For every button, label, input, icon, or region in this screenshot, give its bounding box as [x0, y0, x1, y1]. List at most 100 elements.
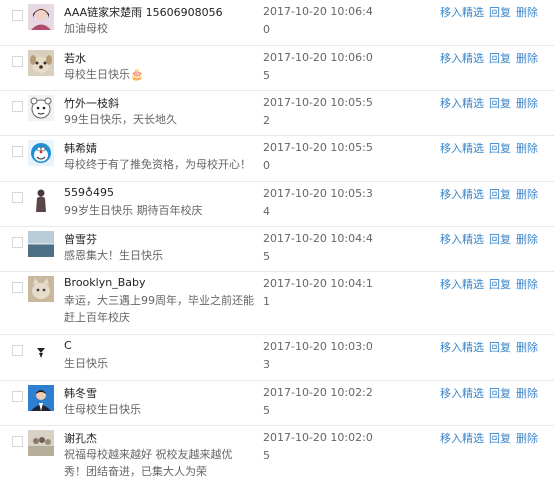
reply-button[interactable]: 回复: [489, 432, 511, 445]
commenter-name: 曾雪芬: [64, 233, 97, 246]
feature-button[interactable]: 移入精选: [440, 233, 484, 246]
avatar-sea-icon: [28, 231, 54, 257]
select-checkbox[interactable]: [12, 101, 23, 112]
commenter-name: 韩冬雪: [64, 387, 97, 400]
delete-button[interactable]: 删除: [516, 188, 538, 201]
feature-button[interactable]: 移入精选: [440, 97, 484, 110]
comment-message: 母校生日快乐🎂: [64, 68, 144, 81]
comment-actions: 移入精选 回复 删除: [440, 339, 543, 355]
avatar-cartoon-bear-icon: [28, 95, 54, 121]
comment-actions: 移入精选 回复 删除: [440, 95, 543, 111]
feature-button[interactable]: 移入精选: [440, 387, 484, 400]
select-checkbox[interactable]: [12, 282, 23, 293]
feature-button[interactable]: 移入精选: [440, 188, 484, 201]
select-checkbox[interactable]: [12, 146, 23, 157]
comment-row: 韩希婧母校终于有了推免资格，为母校开心！ 2017-10-20 10:05:50 移…: [0, 135, 554, 181]
comment-message: 生日快乐: [64, 357, 108, 370]
avatar-logo-mark-icon: [28, 339, 54, 365]
avatar-group-photo-icon: [28, 430, 54, 456]
select-checkbox[interactable]: [12, 56, 23, 67]
select-checkbox[interactable]: [12, 10, 23, 21]
reply-button[interactable]: 回复: [489, 188, 511, 201]
comment-row: 谢孔杰祝福母校越来越好 祝校友越来越优秀！团结奋进，已集大人为荣 2017-10-…: [0, 425, 554, 488]
commenter-name: 若水: [64, 52, 86, 65]
comment-message: 感恩集大！生日快乐: [64, 249, 163, 262]
select-checkbox[interactable]: [12, 391, 23, 402]
comment-timestamp: 2017-10-20 10:03:03: [263, 340, 373, 371]
comment-timestamp: 2017-10-20 10:06:40: [263, 5, 373, 36]
comment-message: 祝福母校越来越好 祝校友越来越优秀！团结奋进，已集大人为荣: [64, 448, 233, 478]
delete-button[interactable]: 删除: [516, 6, 538, 19]
reply-button[interactable]: 回复: [489, 52, 511, 65]
comment-row: 韩冬雪住母校生日快乐 2017-10-20 10:02:25 移入精选 回复 删除: [0, 380, 554, 425]
delete-button[interactable]: 删除: [516, 432, 538, 445]
commenter-name: 559♁495: [64, 186, 115, 199]
comment-row: 曾雪芬感恩集大！生日快乐 2017-10-20 10:04:45 移入精选 回复 删除: [0, 226, 554, 271]
avatar-cat-icon: [28, 276, 54, 302]
reply-button[interactable]: 回复: [489, 233, 511, 246]
comment-message: 住母校生日快乐: [64, 403, 141, 416]
feature-button[interactable]: 移入精选: [440, 341, 484, 354]
select-checkbox[interactable]: [12, 436, 23, 447]
comment-actions: 移入精选 回复 删除: [440, 4, 543, 20]
commenter-name: 韩希婧: [64, 142, 97, 155]
comment-timestamp: 2017-10-20 10:06:05: [263, 51, 373, 82]
commenter-name: AAA链家宋楚雨 15606908056: [64, 6, 223, 19]
commenter-name: 谢孔杰: [64, 432, 97, 445]
commenter-name: Brooklyn_Baby: [64, 276, 146, 289]
delete-button[interactable]: 删除: [516, 278, 538, 291]
reply-button[interactable]: 回复: [489, 142, 511, 155]
comment-message: 幸运，大三遇上99周年，毕业之前还能赶上百年校庆: [64, 294, 254, 324]
comment-row: 竹外一枝斜 99生日快乐，天长地久 2017-10-20 10:05:52 移入精选回…: [0, 90, 554, 135]
select-checkbox[interactable]: [12, 237, 23, 248]
comment-timestamp: 2017-10-20 10:04:11: [263, 277, 373, 308]
commenter-name: C: [64, 339, 72, 352]
avatar-silhouette-icon: [28, 186, 54, 212]
comment-actions: 移入精选 回复 删除: [440, 231, 543, 247]
avatar-girl-portrait-icon: [28, 4, 54, 30]
comment-message: 99岁生日快乐 期待百年校庆: [64, 204, 203, 217]
select-checkbox[interactable]: [12, 345, 23, 356]
comment-actions: 移入精选 回复 删除: [440, 430, 543, 446]
feature-button[interactable]: 移入精选: [440, 142, 484, 155]
comment-actions: 移入精选 回复 删除: [440, 50, 543, 66]
avatar-man-suit-icon: [28, 385, 54, 411]
delete-button[interactable]: 删除: [516, 341, 538, 354]
comment-actions: 移入精选 回复 删除: [440, 140, 543, 156]
comment-timestamp: 2017-10-20 10:05:34: [263, 187, 373, 218]
feature-button[interactable]: 移入精选: [440, 6, 484, 19]
comment-timestamp: 2017-10-20 10:04:45: [263, 232, 373, 263]
feature-button[interactable]: 移入精选: [440, 52, 484, 65]
comment-row: 若水母校生日快乐🎂 2017-10-20 10:06:05 移入精选 回复 删除: [0, 45, 554, 90]
feature-button[interactable]: 移入精选: [440, 278, 484, 291]
reply-button[interactable]: 回复: [489, 97, 511, 110]
delete-button[interactable]: 删除: [516, 97, 538, 110]
comment-message: 母校终于有了推免资格，为母校开心！: [64, 158, 251, 171]
delete-button[interactable]: 删除: [516, 52, 538, 65]
comment-timestamp: 2017-10-20 10:05:52: [263, 96, 373, 127]
comment-actions: 移入精选 回复 删除: [440, 276, 543, 292]
feature-button[interactable]: 移入精选: [440, 432, 484, 445]
comment-timestamp: 2017-10-20 10:02:05: [263, 431, 373, 462]
comment-message: 99生日快乐，天长地久: [64, 113, 177, 126]
comment-row: 559♁495 99岁生日快乐 期待百年校庆 2017-10-20 10:05:34…: [0, 181, 554, 226]
comment-row: Brooklyn_Baby 幸运，大三遇上99周年，毕业之前还能赶上百年校庆 201…: [0, 271, 554, 334]
delete-button[interactable]: 删除: [516, 142, 538, 155]
reply-button[interactable]: 回复: [489, 6, 511, 19]
comment-timestamp: 2017-10-20 10:02:25: [263, 386, 373, 417]
avatar-doraemon-icon: [28, 140, 54, 166]
reply-button[interactable]: 回复: [489, 278, 511, 291]
select-checkbox[interactable]: [12, 192, 23, 203]
avatar-dog-icon: [28, 50, 54, 76]
reply-button[interactable]: 回复: [489, 387, 511, 400]
comment-row: AAA链家宋楚雨 15606908056 加油母校 2017-10-20 10:06…: [0, 0, 554, 45]
commenter-name: 竹外一枝斜: [64, 97, 119, 110]
comment-message: 加油母校: [64, 22, 108, 35]
delete-button[interactable]: 删除: [516, 387, 538, 400]
comment-actions: 移入精选 回复 删除: [440, 385, 543, 401]
comment-actions: 移入精选 回复 删除: [440, 186, 543, 202]
reply-button[interactable]: 回复: [489, 341, 511, 354]
delete-button[interactable]: 删除: [516, 233, 538, 246]
comment-timestamp: 2017-10-20 10:05:50: [263, 141, 373, 172]
comment-row: C 生日快乐 2017-10-20 10:03:03 移入精选 回复 删除: [0, 334, 554, 380]
